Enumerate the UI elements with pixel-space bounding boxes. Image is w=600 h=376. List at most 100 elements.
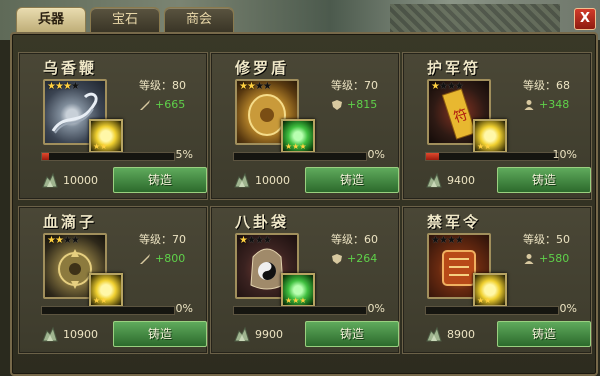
star-rating: ★★★★ [431,81,464,92]
star-empty-icon: ★ [246,235,256,246]
forge-cost: 10900 [63,328,98,341]
forge-progress-bar [425,306,559,315]
item-bonus: +800 [139,252,185,265]
ore-icon [234,326,250,342]
star-filled-icon: ★ [54,81,64,92]
forge-progress-bar [41,306,175,315]
star-filled-icon: ★ [431,81,440,92]
gem-star-rating: ★★ [93,142,108,151]
forge-button[interactable]: 铸造 [497,321,591,347]
background-roof [390,4,560,34]
item-level: 等级：50 [523,233,570,246]
item-bonus: +815 [331,98,377,111]
forge-cost: 9900 [255,328,283,341]
item-card-whip: 乌香鞭 ★★★★ ★★ 等级：80 +665 5% 10000 铸造 [18,52,208,200]
weapon-icon [140,100,150,110]
star-empty-icon: ★ [438,235,448,246]
soldier-icon [524,254,534,264]
item-bonus: +580 [523,252,569,265]
ore-icon [42,172,58,188]
forge-progress-bar [425,152,559,161]
forge-progress-percent: 0% [559,302,577,315]
forge-progress-bar [233,152,367,161]
shield-icon [332,100,342,110]
item-bonus: +264 [331,252,377,265]
forge-button[interactable]: 铸造 [113,167,207,193]
star-filled-icon: ★ [62,81,72,92]
item-bonus-value: +264 [347,252,378,265]
forge-progress-percent: 0% [175,302,193,315]
yellow-gem-icon[interactable]: ★★ [89,273,123,307]
green-gem-icon[interactable]: ★★★ [281,273,315,307]
weapon-icon [140,254,150,264]
item-level: 等级：80 [139,79,186,92]
item-name: 乌香鞭 [43,59,98,77]
tab-bar: 兵器 宝石 商会 [16,7,234,33]
item-card-talisman: 护军符 ★★★★ 符 ★★ 等级：68 +348 10% 9400 铸造 [402,52,592,200]
forge-progress-percent: 5% [175,148,193,161]
item-bonus-value: +815 [347,98,378,111]
tab-weapons[interactable]: 兵器 [16,7,86,32]
star-empty-icon: ★ [438,81,448,92]
tab-gems[interactable]: 宝石 [90,7,160,32]
ore-icon [426,326,442,342]
star-empty-icon: ★ [446,235,456,246]
forge-cost: 10000 [63,174,98,187]
star-filled-icon: ★ [47,235,56,246]
item-bonus-value: +348 [539,98,570,111]
yellow-gem-icon[interactable]: ★★ [473,119,507,153]
star-filled-icon: ★ [47,81,56,92]
item-card-shield: 修罗盾 ★★★★ ★★★ 等级：70 +815 0% 10000 铸造 [210,52,400,200]
forge-button[interactable]: 铸造 [497,167,591,193]
forge-button[interactable]: 铸造 [305,321,399,347]
forge-progress-percent: 10% [552,148,577,161]
ore-icon [42,326,58,342]
gem-star-rating: ★★★ [285,142,307,151]
star-filled-icon: ★ [246,81,256,92]
forge-progress-bar [233,306,367,315]
star-rating: ★★★★ [239,235,272,246]
star-empty-icon: ★ [70,81,80,92]
ore-icon [426,172,442,188]
forge-progress-percent: 0% [367,148,385,161]
green-gem-icon[interactable]: ★★★ [281,119,315,153]
item-card-blood-drop: 血滴子 ★★★★ ★★ 等级：70 +800 0% 10900 铸造 [18,206,208,354]
item-bonus-value: +580 [539,252,570,265]
star-filled-icon: ★ [239,235,248,246]
close-button[interactable]: X [574,8,596,30]
item-bonus: +665 [139,98,185,111]
forge-button[interactable]: 铸造 [305,167,399,193]
gem-star-rating: ★★ [93,296,108,305]
soldier-icon [524,100,534,110]
tab-guild[interactable]: 商会 [164,7,234,32]
star-rating: ★★★★ [47,81,80,92]
item-card-bagua-bag: 八卦袋 ★★★★ ★★★ 等级：60 +264 0% 9900 铸造 [210,206,400,354]
star-empty-icon: ★ [454,81,464,92]
star-filled-icon: ★ [54,235,64,246]
forge-button[interactable]: 铸造 [113,321,207,347]
star-filled-icon: ★ [239,81,248,92]
ore-icon [234,172,250,188]
star-empty-icon: ★ [254,235,264,246]
item-name: 八卦袋 [235,213,290,231]
star-empty-icon: ★ [254,81,264,92]
item-level: 等级：60 [331,233,378,246]
star-rating: ★★★★ [239,81,272,92]
forge-cost: 8900 [447,328,475,341]
item-name: 禁军令 [427,213,482,231]
yellow-gem-icon[interactable]: ★★ [473,273,507,307]
forge-cost: 10000 [255,174,290,187]
star-empty-icon: ★ [431,235,440,246]
star-empty-icon: ★ [262,235,272,246]
star-rating: ★★★★ [431,235,464,246]
star-empty-icon: ★ [62,235,72,246]
shield-icon [332,254,342,264]
yellow-gem-icon[interactable]: ★★ [89,119,123,153]
item-name: 血滴子 [43,213,98,231]
star-empty-icon: ★ [262,81,272,92]
star-empty-icon: ★ [70,235,80,246]
item-card-guard-token: 禁军令 ★★★★ ★★ 等级：50 +580 0% 8900 铸造 [402,206,592,354]
gem-star-rating: ★★ [477,296,492,305]
item-level: 等级：68 [523,79,570,92]
forge-progress-bar [41,152,175,161]
